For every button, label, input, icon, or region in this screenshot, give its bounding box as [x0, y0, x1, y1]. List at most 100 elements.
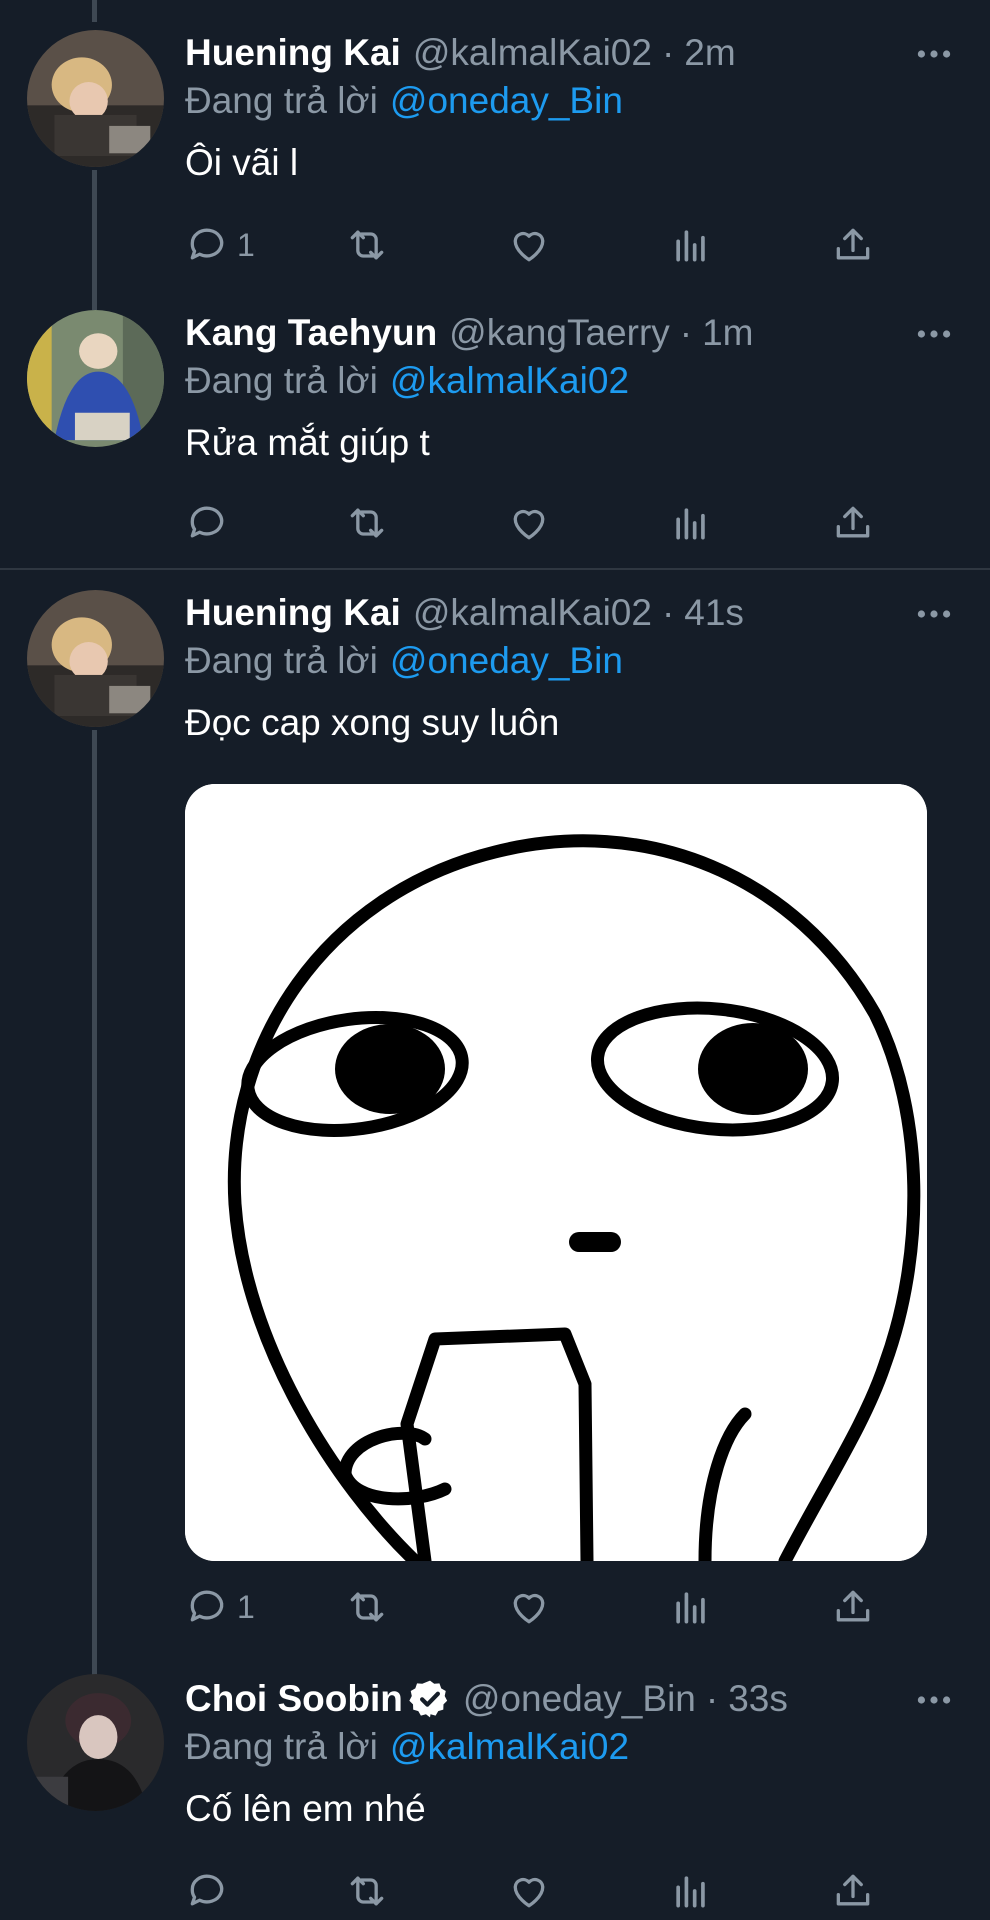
avatar[interactable] — [27, 590, 164, 727]
views-button[interactable] — [669, 1866, 713, 1916]
replying-to: Đang trả lời @kalmalKai02 — [185, 360, 629, 402]
retweet-button[interactable] — [345, 220, 389, 270]
replying-to: Đang trả lời @kalmalKai02 — [185, 1726, 629, 1768]
replying-to: Đang trả lời @oneday_Bin — [185, 80, 623, 122]
more-horizontal-icon — [917, 610, 951, 618]
author-name[interactable]: Kang Taehyun — [185, 312, 437, 354]
share-icon — [836, 1590, 870, 1622]
separator-dot: · — [679, 312, 693, 353]
tweet-timestamp[interactable]: 2m — [684, 32, 735, 74]
share-button[interactable] — [831, 1866, 875, 1916]
views-button[interactable] — [669, 1582, 713, 1632]
verified-badge-icon — [409, 1680, 448, 1718]
meme-face-drawing — [185, 784, 927, 1561]
action-bar — [185, 498, 885, 548]
separator-dot: · — [661, 592, 675, 633]
reply-button[interactable]: 1 — [185, 220, 255, 270]
views-button[interactable] — [669, 498, 713, 548]
more-options-button[interactable] — [914, 34, 954, 74]
author-name[interactable]: Huening Kai — [185, 32, 401, 74]
views-icon — [676, 230, 705, 262]
replying-to-label: Đang trả lời — [185, 640, 378, 681]
separator-dot: · — [705, 1678, 719, 1719]
reply-mention-link[interactable]: @kalmalKai02 — [390, 1726, 629, 1767]
views-icon — [676, 508, 705, 540]
share-button[interactable] — [831, 1582, 875, 1632]
like-button[interactable] — [507, 1582, 551, 1632]
reply-mention-link[interactable]: @oneday_Bin — [390, 640, 623, 681]
meme-face-image[interactable] — [185, 784, 927, 1561]
action-bar: 1 — [185, 220, 885, 270]
huening-kai-avatar — [27, 590, 164, 727]
tweet[interactable]: Huening Kai @kalmalKai02 · 2m Đang trả l… — [0, 0, 990, 280]
reply-count: 1 — [237, 226, 255, 263]
views-icon — [676, 1592, 705, 1624]
retweet-icon — [350, 1592, 384, 1622]
views-icon — [676, 1876, 705, 1908]
tweet-timestamp[interactable]: 41s — [684, 592, 744, 634]
more-options-button[interactable] — [914, 1680, 954, 1720]
reply-button[interactable] — [185, 1866, 237, 1916]
avatar[interactable] — [27, 30, 164, 167]
retweet-button[interactable] — [345, 498, 389, 548]
kang-taehyun-avatar — [27, 310, 164, 447]
reply-mention-link[interactable]: @kalmalKai02 — [390, 360, 629, 401]
more-horizontal-icon — [917, 1696, 951, 1704]
retweet-icon — [350, 1876, 384, 1906]
tweet-text: Cố lên em nhé — [185, 1788, 426, 1829]
heart-icon — [513, 231, 545, 262]
huening-kai-avatar — [27, 30, 164, 167]
like-button[interactable] — [507, 220, 551, 270]
like-button[interactable] — [507, 498, 551, 548]
tweet-text: Đọc cap xong suy luôn — [185, 702, 560, 743]
more-horizontal-icon — [917, 330, 951, 338]
more-options-button[interactable] — [914, 314, 954, 354]
action-bar: 1 — [185, 1582, 885, 1632]
reply-mention-link[interactable]: @oneday_Bin — [390, 80, 623, 121]
share-icon — [836, 1874, 870, 1906]
heart-icon — [513, 509, 545, 540]
reply-icon — [190, 1874, 224, 1906]
retweet-button[interactable] — [345, 1582, 389, 1632]
reply-icon — [190, 506, 224, 538]
like-button[interactable] — [507, 1866, 551, 1916]
retweet-button[interactable] — [345, 1866, 389, 1916]
tweet-text: Ôi vãi l — [185, 142, 299, 183]
reply-count: 1 — [237, 1588, 255, 1625]
replying-to-label: Đang trả lời — [185, 80, 378, 121]
more-options-button[interactable] — [914, 594, 954, 634]
replying-to: Đang trả lời @oneday_Bin — [185, 640, 623, 682]
tweet[interactable]: Kang Taehyun @kangTaerry · 1m Đang trả l… — [0, 280, 990, 568]
views-button[interactable] — [669, 220, 713, 270]
tweet-timestamp[interactable]: 33s — [728, 1678, 788, 1720]
share-button[interactable] — [831, 498, 875, 548]
author-handle[interactable]: @kalmalKai02 — [413, 32, 652, 74]
retweet-icon — [350, 230, 384, 260]
tweet[interactable]: Choi Soobin @oneday_Bin · 33s Đang trả l… — [0, 1650, 990, 1920]
avatar[interactable] — [27, 310, 164, 447]
reply-icon — [190, 228, 224, 260]
replying-to-label: Đang trả lời — [185, 1726, 378, 1767]
reply-icon — [190, 1590, 224, 1622]
heart-icon — [513, 1593, 545, 1624]
share-button[interactable] — [831, 220, 875, 270]
share-icon — [836, 506, 870, 538]
retweet-icon — [350, 508, 384, 538]
separator-dot: · — [661, 32, 675, 73]
author-name[interactable]: Choi Soobin — [185, 1678, 403, 1720]
avatar[interactable] — [27, 1674, 164, 1811]
tweet-text: Rửa mắt giúp t — [185, 422, 430, 463]
author-name[interactable]: Huening Kai — [185, 592, 401, 634]
action-bar — [185, 1866, 885, 1916]
author-handle[interactable]: @kangTaerry — [449, 312, 670, 354]
reply-button[interactable]: 1 — [185, 1582, 255, 1632]
heart-icon — [513, 1877, 545, 1908]
tweet[interactable]: Huening Kai @kalmalKai02 · 41s Đang trả … — [0, 570, 990, 1660]
share-icon — [836, 228, 870, 260]
replying-to-label: Đang trả lời — [185, 360, 378, 401]
tweet-timestamp[interactable]: 1m — [702, 312, 753, 354]
author-handle[interactable]: @kalmalKai02 — [413, 592, 652, 634]
more-horizontal-icon — [917, 50, 951, 58]
reply-button[interactable] — [185, 498, 237, 548]
author-handle[interactable]: @oneday_Bin — [463, 1678, 696, 1720]
